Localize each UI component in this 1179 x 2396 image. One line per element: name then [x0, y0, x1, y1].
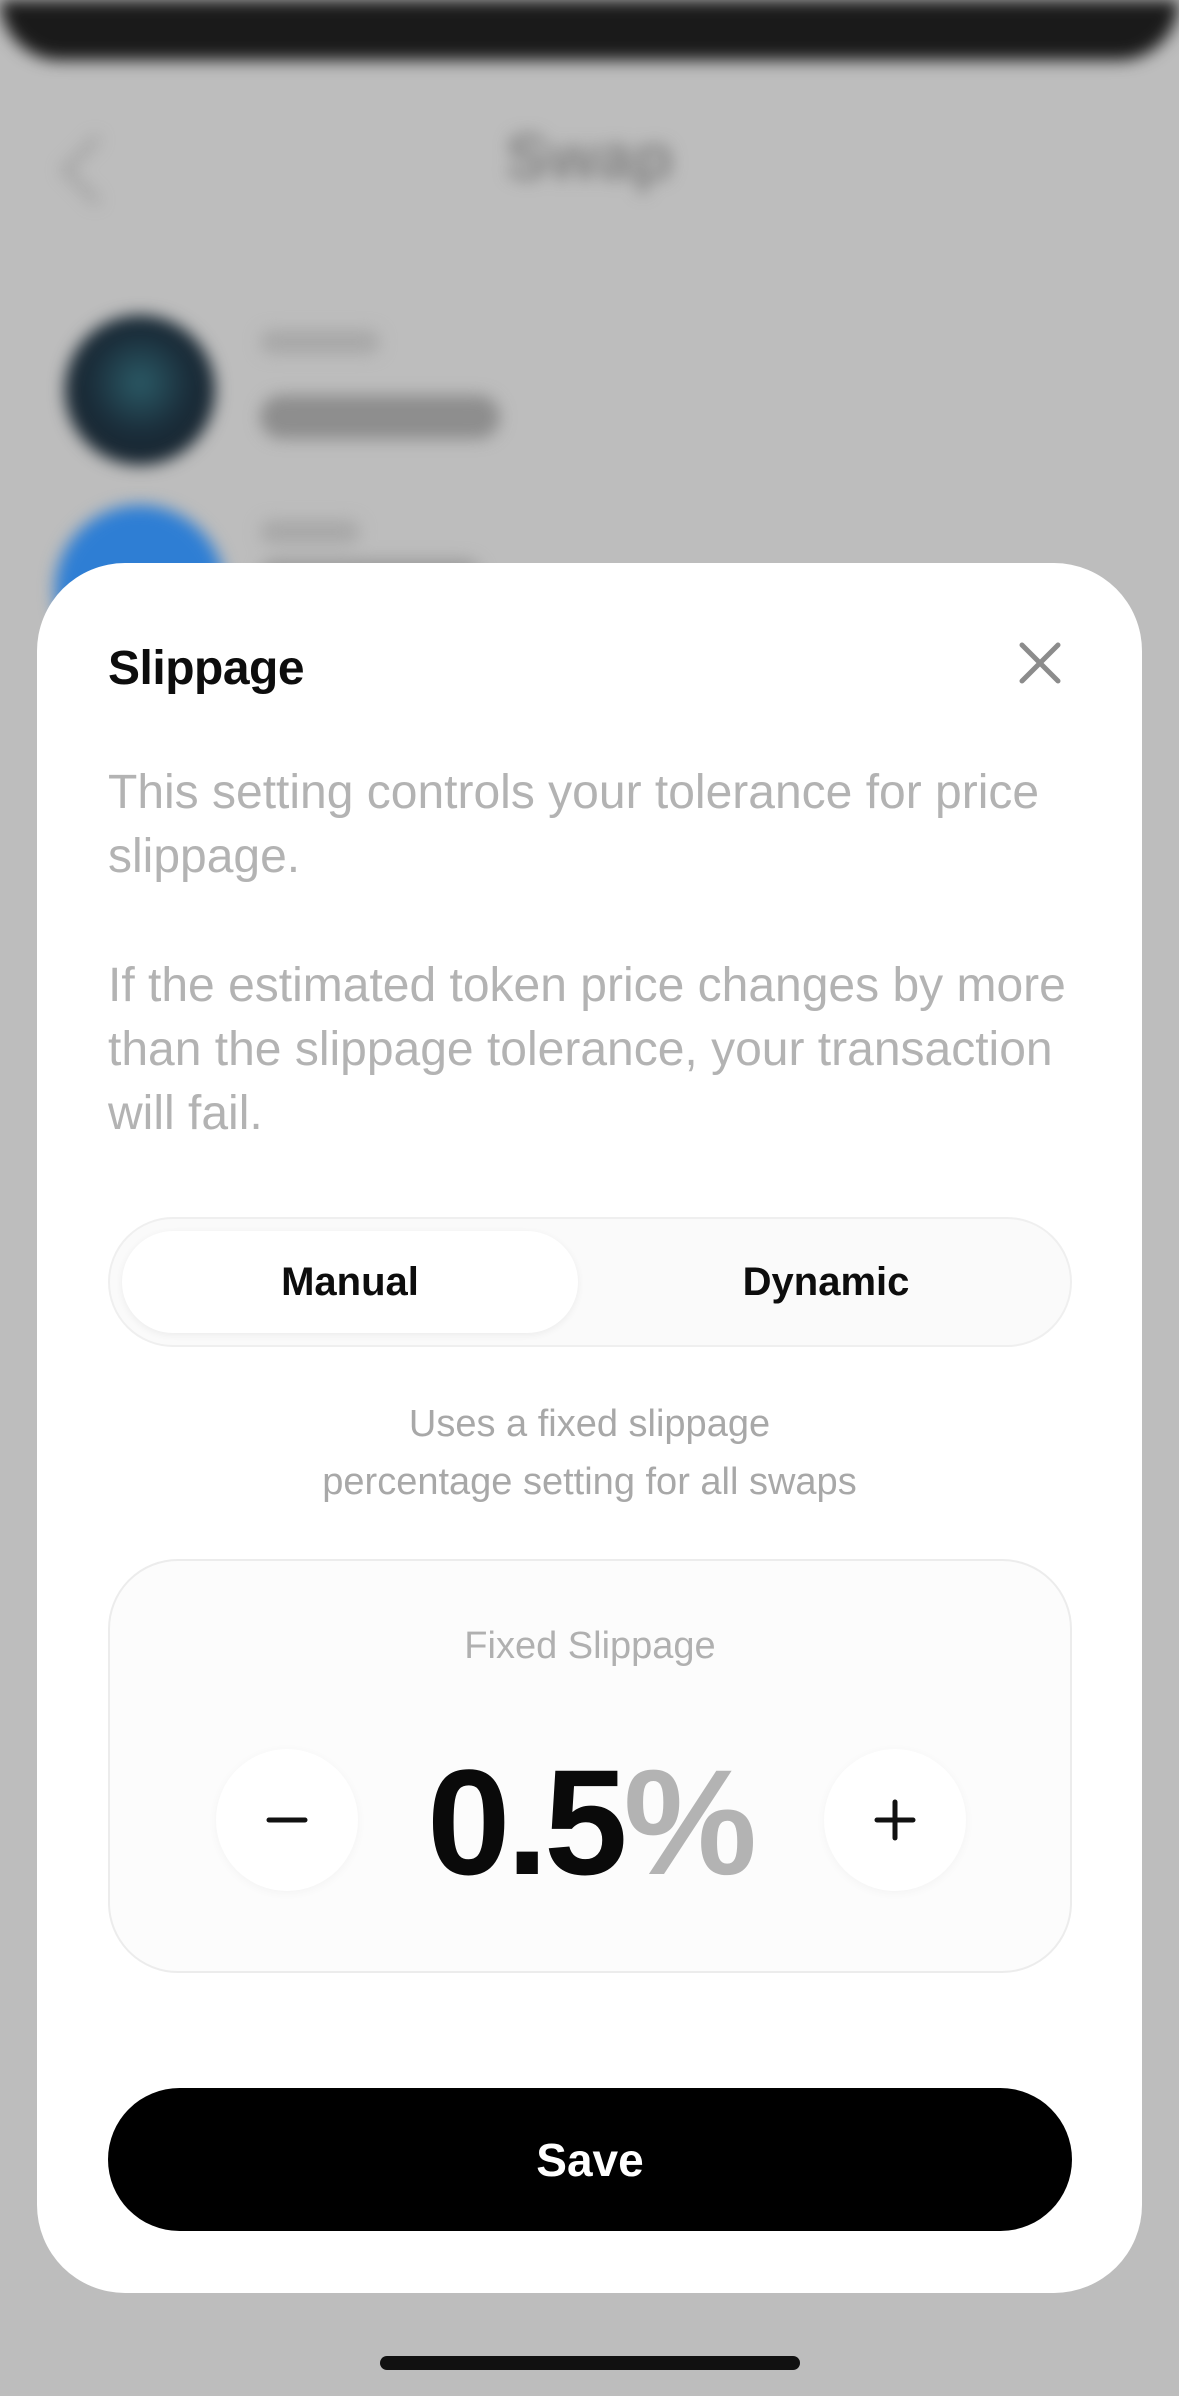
fixed-slippage-label: Fixed Slippage	[464, 1625, 716, 1667]
tab-dynamic[interactable]: Dynamic	[590, 1231, 1062, 1333]
save-button[interactable]: Save	[108, 2088, 1072, 2231]
mode-description-line: Uses a fixed slippage	[408, 1403, 771, 1445]
mode-toggle: Manual Dynamic	[108, 1217, 1072, 1347]
close-icon	[1019, 642, 1061, 684]
slippage-sheet: Slippage This setting controls your tole…	[37, 563, 1142, 2293]
slippage-number: 0.5	[427, 1738, 628, 1906]
token-avatar	[65, 315, 215, 465]
close-button[interactable]	[1000, 623, 1080, 703]
placeholder-line	[260, 395, 500, 439]
mode-description: Uses a fixed slippage percentage setting…	[37, 1395, 1142, 1511]
placeholder-line	[260, 330, 380, 354]
status-bar	[0, 0, 1179, 60]
placeholder-line	[260, 520, 360, 544]
fixed-slippage-card: Fixed Slippage 0.5%	[108, 1559, 1072, 1973]
home-indicator	[380, 2356, 800, 2370]
screen: Swap Slippage This setting controls your…	[0, 0, 1179, 2396]
increment-button[interactable]	[824, 1749, 966, 1891]
sheet-title: Slippage	[108, 642, 305, 695]
mode-description-line: percentage setting for all swaps	[322, 1461, 857, 1503]
background-title: Swap	[505, 121, 674, 193]
description-text: If the estimated token price changes by …	[108, 959, 1066, 1140]
tab-manual[interactable]: Manual	[122, 1231, 578, 1333]
slippage-unit: %	[623, 1738, 757, 1906]
description-text: This setting controls your tolerance for…	[108, 766, 1040, 883]
plus-icon	[874, 1799, 916, 1841]
